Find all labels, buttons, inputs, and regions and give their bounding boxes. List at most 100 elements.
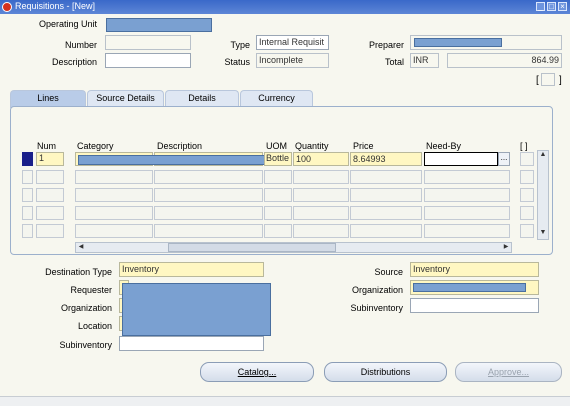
- source-subinventory-field[interactable]: [410, 298, 539, 313]
- description-field[interactable]: [105, 53, 191, 68]
- price-field[interactable]: [350, 206, 422, 220]
- uom-field[interactable]: [264, 206, 292, 220]
- scroll-down-icon[interactable]: ▼: [538, 229, 548, 239]
- approve-button-label: Approve...: [487, 367, 530, 377]
- minimize-icon[interactable]: _: [536, 2, 545, 11]
- column-header-price: Price: [353, 141, 374, 151]
- description-label: Description: [51, 57, 97, 67]
- row-indicator[interactable]: [22, 206, 33, 220]
- line-num-field[interactable]: [36, 206, 64, 220]
- description-line-field[interactable]: [154, 188, 263, 202]
- source-subinventory-label: Subinventory: [350, 303, 403, 313]
- column-header-need-by: Need-By: [426, 141, 462, 151]
- description-line-field[interactable]: [154, 224, 263, 238]
- window-title-bar: Requisitions - [New] _ □ ×: [0, 0, 570, 14]
- preparer-field[interactable]: [410, 35, 562, 50]
- quantity-field[interactable]: [293, 188, 349, 202]
- row-indicator[interactable]: [22, 188, 33, 202]
- price-field[interactable]: [350, 188, 422, 202]
- operating-unit-label: Operating Unit: [38, 19, 97, 29]
- destination-type-label: Destination Type: [45, 267, 112, 277]
- line-flexfield[interactable]: [520, 170, 534, 184]
- row-indicator-current[interactable]: [22, 152, 33, 166]
- need-by-field[interactable]: [424, 224, 510, 238]
- description-line-field[interactable]: [154, 206, 263, 220]
- descriptive-flexfield[interactable]: [541, 73, 555, 86]
- line-num-field[interactable]: [36, 188, 64, 202]
- distributions-button-label: Distributions: [360, 367, 411, 377]
- need-by-field[interactable]: [424, 170, 510, 184]
- total-field: 864.99: [447, 53, 562, 68]
- quantity-field[interactable]: [293, 206, 349, 220]
- tab-currency[interactable]: Currency: [240, 90, 313, 107]
- source-organization-value-block: [413, 283, 526, 292]
- quantity-field[interactable]: 100: [293, 152, 349, 166]
- number-label: Number: [64, 40, 97, 50]
- type-field[interactable]: Internal Requisit: [256, 35, 329, 50]
- uom-field[interactable]: Bottle: [264, 152, 292, 166]
- distributions-button[interactable]: Distributions: [324, 362, 447, 382]
- total-label: Total: [384, 57, 404, 67]
- uom-field[interactable]: [264, 188, 292, 202]
- line-flexfield[interactable]: [520, 206, 534, 220]
- source-organization-field[interactable]: [410, 280, 539, 295]
- type-label: Type: [230, 40, 250, 50]
- close-icon[interactable]: ×: [558, 2, 567, 11]
- need-by-field[interactable]: [424, 188, 510, 202]
- quantity-field[interactable]: [293, 170, 349, 184]
- preparer-value-block: [414, 38, 502, 47]
- row-indicator[interactable]: [22, 170, 33, 184]
- scroll-up-icon[interactable]: ▲: [538, 151, 548, 161]
- line-flexfield[interactable]: [520, 224, 534, 238]
- row-indicator[interactable]: [22, 224, 33, 238]
- tab-source-details[interactable]: Source Details: [87, 90, 164, 107]
- category-field[interactable]: [75, 224, 153, 238]
- category-field[interactable]: [75, 170, 153, 184]
- subinventory-label: Subinventory: [59, 340, 112, 350]
- line-num-field[interactable]: [36, 170, 64, 184]
- approve-button[interactable]: Approve...: [455, 362, 562, 382]
- uom-field[interactable]: [264, 170, 292, 184]
- need-by-field[interactable]: [424, 152, 498, 166]
- requester-org-location-value-block: [122, 283, 271, 336]
- category-description-value-block: [78, 155, 267, 165]
- scroll-left-icon[interactable]: ◀: [76, 242, 86, 252]
- number-field[interactable]: [105, 35, 191, 50]
- bracket-open: [: [536, 75, 539, 86]
- operating-unit-field[interactable]: [106, 18, 212, 32]
- need-by-lov-button[interactable]: ...: [498, 152, 510, 166]
- category-field[interactable]: [75, 206, 153, 220]
- line-num-field[interactable]: 1: [36, 152, 64, 166]
- uom-field[interactable]: [264, 224, 292, 238]
- column-header-description: Description: [157, 141, 203, 151]
- oracle-logo-icon: [2, 2, 12, 12]
- scroll-right-icon[interactable]: ▶: [501, 242, 511, 252]
- description-line-field[interactable]: [154, 170, 263, 184]
- price-field[interactable]: [350, 224, 422, 238]
- maximize-icon[interactable]: □: [547, 2, 556, 11]
- source-label: Source: [374, 267, 403, 277]
- line-num-field[interactable]: [36, 224, 64, 238]
- subinventory-field[interactable]: [119, 336, 264, 351]
- price-field[interactable]: 8.64993: [350, 152, 422, 166]
- location-label: Location: [77, 321, 112, 331]
- column-header-flex: [ ]: [520, 141, 528, 151]
- destination-type-field[interactable]: Inventory: [119, 262, 264, 277]
- catalog-button[interactable]: Catalog...: [200, 362, 314, 382]
- column-header-quantity: Quantity: [295, 141, 329, 151]
- catalog-button-label: Catalog...: [237, 367, 277, 377]
- bottom-edge: [0, 396, 570, 406]
- category-field[interactable]: [75, 188, 153, 202]
- preparer-label: Preparer: [368, 40, 404, 50]
- line-flexfield[interactable]: [520, 188, 534, 202]
- source-field[interactable]: Inventory: [410, 262, 539, 277]
- requester-label: Requester: [70, 285, 112, 295]
- line-flexfield[interactable]: [520, 152, 534, 166]
- tab-details[interactable]: Details: [165, 90, 239, 107]
- need-by-field[interactable]: [424, 206, 510, 220]
- source-organization-label: Organization: [351, 285, 403, 295]
- vertical-scrollbar[interactable]: [537, 150, 549, 240]
- quantity-field[interactable]: [293, 224, 349, 238]
- price-field[interactable]: [350, 170, 422, 184]
- horizontal-scroll-thumb[interactable]: [168, 243, 336, 252]
